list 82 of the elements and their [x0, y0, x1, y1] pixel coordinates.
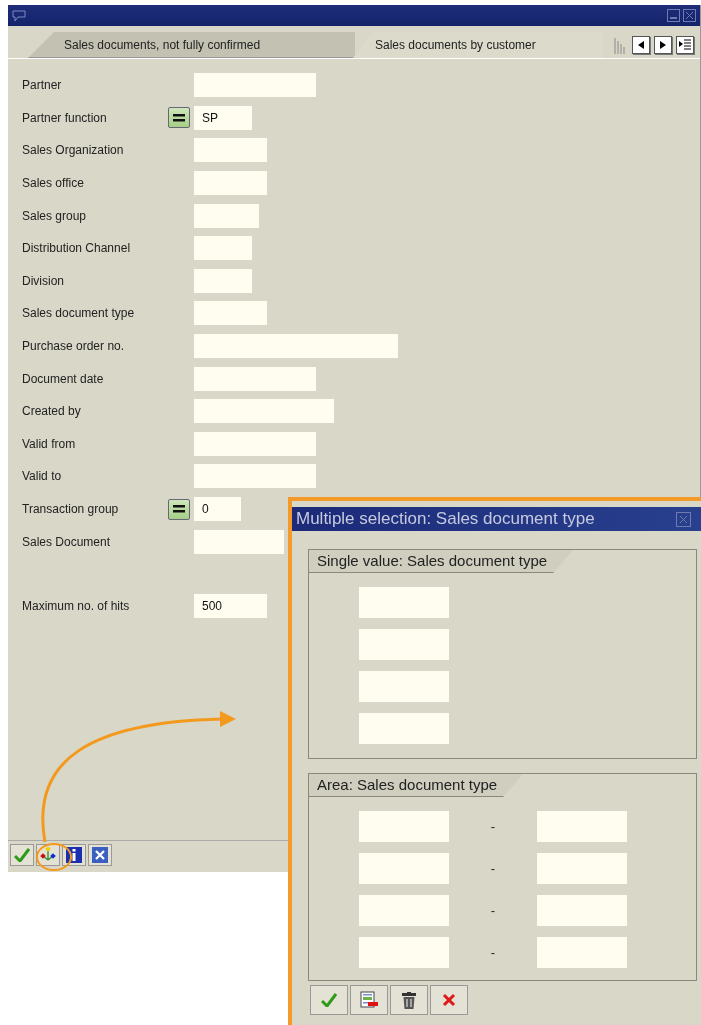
input-field[interactable] [537, 937, 627, 968]
field-label: Transaction group [22, 502, 120, 516]
input-field[interactable] [537, 853, 627, 884]
tab-list-button[interactable] [676, 36, 694, 54]
input-field[interactable] [194, 334, 398, 359]
field-label: Sales Document [22, 534, 112, 549]
tab-stack-icon [614, 36, 628, 54]
field-label: Sales group [22, 208, 88, 223]
window-menu-icon[interactable] [12, 9, 26, 22]
group-title: Area: Sales document type [309, 774, 524, 797]
field-label: Distribution Channel [22, 241, 132, 256]
field-label: Valid to [22, 469, 63, 484]
input-field[interactable] [359, 853, 449, 884]
selection-option-button[interactable] [168, 107, 190, 129]
input-field[interactable] [359, 895, 449, 926]
input-field[interactable] [359, 713, 449, 744]
input-field[interactable] [194, 268, 252, 293]
field-label: Division [22, 273, 65, 288]
field-label: Partner function [22, 110, 108, 125]
input-field[interactable] [194, 431, 316, 456]
selection-option-button[interactable] [168, 498, 190, 520]
previous-tab-button[interactable] [632, 36, 650, 54]
confirm-button[interactable] [10, 844, 34, 866]
checkmark-icon [14, 848, 30, 862]
confirm-button[interactable] [310, 985, 348, 1015]
right-triangle-icon [660, 41, 666, 49]
field-label: Sales Organization [22, 143, 125, 158]
delete-row-button[interactable] [350, 985, 388, 1015]
input-field[interactable] [359, 671, 449, 702]
input-field[interactable] [194, 236, 252, 261]
cancel-button[interactable] [88, 844, 112, 866]
field-label: Sales document type [22, 306, 136, 321]
checkmark-icon [321, 993, 337, 1007]
input-field[interactable] [194, 203, 259, 228]
field-label: Purchase order no. [22, 339, 126, 354]
input-field[interactable] [359, 811, 449, 842]
cancel-button[interactable] [430, 985, 468, 1015]
tab[interactable]: Sales documents, not fully confirmed [28, 32, 355, 58]
field-label: Maximum no. of hits [22, 599, 131, 614]
field-label: Sales office [22, 176, 85, 191]
trash-icon [402, 991, 416, 1009]
info-button[interactable] [62, 844, 86, 866]
input-field[interactable] [194, 301, 267, 326]
field-label: Document date [22, 371, 105, 386]
close-icon [441, 992, 457, 1008]
input-field[interactable] [194, 529, 284, 554]
input-field[interactable]: 0 [194, 497, 241, 521]
range-separator: - [489, 945, 497, 960]
close-icon[interactable] [683, 9, 696, 22]
input-field[interactable] [194, 366, 316, 391]
input-field[interactable] [359, 937, 449, 968]
equals-icon [173, 505, 185, 513]
highlight-circle [36, 843, 72, 871]
cancel-icon [92, 847, 108, 863]
input-field[interactable]: 500 [194, 594, 267, 619]
diamond-arrows-icon [40, 847, 56, 863]
input-field[interactable] [194, 399, 334, 424]
field-label: Partner [22, 78, 63, 93]
field-label: Created by [22, 404, 82, 419]
input-field[interactable] [194, 138, 267, 163]
field-label: Valid from [22, 436, 77, 451]
delete-button[interactable] [390, 985, 428, 1015]
input-field[interactable] [537, 811, 627, 842]
input-field[interactable] [537, 895, 627, 926]
input-field[interactable] [194, 73, 316, 98]
input-field[interactable]: SP [194, 105, 252, 130]
group-title: Single value: Sales document type [309, 550, 574, 573]
input-field[interactable] [194, 171, 267, 196]
delete-row-icon [360, 991, 378, 1009]
equals-icon [173, 113, 185, 122]
range-separator: - [489, 861, 497, 876]
minimize-icon[interactable] [667, 9, 680, 22]
list-icon [679, 39, 691, 51]
close-icon[interactable] [676, 511, 691, 527]
next-tab-button[interactable] [654, 36, 672, 54]
input-field[interactable] [359, 629, 449, 660]
range-separator: - [489, 903, 497, 918]
input-field[interactable] [194, 464, 316, 489]
dialog-title: Multiple selection: Sales document type [296, 509, 595, 529]
left-triangle-icon [638, 41, 644, 49]
range-separator: - [489, 819, 497, 834]
input-field[interactable] [359, 587, 449, 618]
